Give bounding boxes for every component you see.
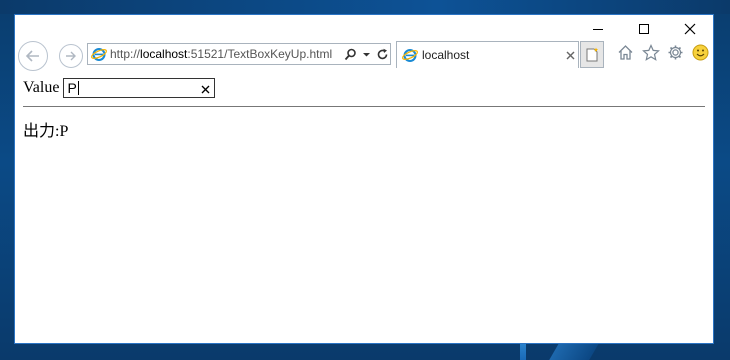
address-url[interactable]: http://localhost:51521/TextBoxKeyUp.html <box>110 47 342 61</box>
close-icon <box>201 85 210 94</box>
browser-window: http://localhost:51521/TextBoxKeyUp.html… <box>14 14 714 344</box>
refresh-button[interactable] <box>374 46 390 62</box>
refresh-icon <box>377 48 387 59</box>
desktop-background <box>0 0 730 14</box>
favorites-button[interactable] <box>641 43 660 62</box>
text-caret <box>77 81 79 95</box>
horizontal-divider <box>23 106 705 107</box>
back-arrow-icon <box>25 50 39 62</box>
title-bar <box>15 15 713 43</box>
tab-title: localhost <box>422 48 470 62</box>
settings-button[interactable] <box>666 43 685 62</box>
gear-icon <box>668 45 683 60</box>
forward-arrow-icon <box>66 51 76 61</box>
forward-button[interactable] <box>59 44 83 68</box>
value-row: Value P <box>23 78 216 98</box>
close-icon <box>566 51 574 59</box>
minimize-icon <box>593 29 603 30</box>
feedback-button[interactable] <box>691 43 710 62</box>
navigation-bar: http://localhost:51521/TextBoxKeyUp.html… <box>15 41 713 71</box>
input-value: P <box>67 80 77 96</box>
value-text-input[interactable]: P <box>63 78 216 98</box>
tab-close-button[interactable] <box>562 48 578 63</box>
home-icon <box>618 45 633 60</box>
back-button[interactable] <box>18 41 48 71</box>
home-button[interactable] <box>616 43 635 62</box>
search-icon <box>344 48 356 60</box>
output-text: 出力:P <box>23 123 69 140</box>
url-scheme: http:// <box>110 47 141 61</box>
close-button[interactable] <box>667 15 713 43</box>
star-icon <box>641 43 660 61</box>
maximize-button[interactable] <box>621 15 667 43</box>
search-button[interactable] <box>342 46 358 62</box>
value-label: Value <box>23 79 60 96</box>
address-bar[interactable]: http://localhost:51521/TextBoxKeyUp.html <box>87 43 391 65</box>
url-path: :51521/TextBoxKeyUp.html <box>187 47 333 61</box>
page-content: Value P 出力:P <box>15 73 713 343</box>
smiley-icon <box>692 44 709 61</box>
search-dropdown-button[interactable] <box>358 46 374 62</box>
ie-logo-icon <box>402 49 418 62</box>
clear-input-button[interactable] <box>201 79 210 98</box>
ie-logo-icon <box>91 48 107 61</box>
chevron-down-icon <box>362 52 370 56</box>
close-icon <box>684 23 696 35</box>
maximize-icon <box>639 24 649 34</box>
command-toolbar <box>616 43 710 62</box>
minimize-button[interactable] <box>575 15 621 43</box>
url-host: localhost <box>140 47 188 61</box>
new-tab-icon <box>586 47 598 61</box>
new-tab-button[interactable] <box>580 41 604 68</box>
tab-localhost[interactable]: localhost <box>396 41 579 68</box>
